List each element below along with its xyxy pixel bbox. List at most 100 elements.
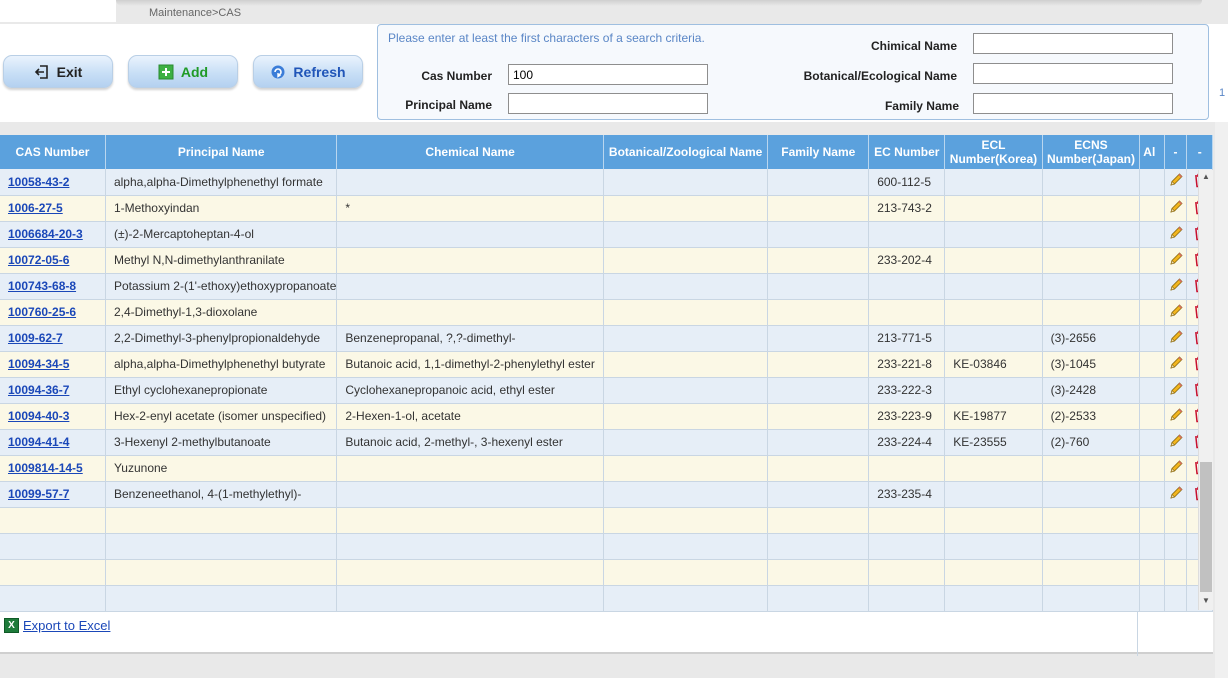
pencil-icon[interactable] [1168,433,1184,449]
ecns-number-cell [1042,455,1141,482]
edit-cell [1164,455,1188,482]
cas-number-link[interactable]: 10094-34-5 [8,357,69,371]
pencil-icon[interactable] [1168,303,1184,319]
principal-name-label: Principal Name [405,98,492,112]
breadcrumb: Maintenance>CAS [149,7,242,19]
scroll-down-icon[interactable]: ▼ [1202,596,1210,605]
col-delete-header[interactable]: - [1186,135,1213,169]
cas-number-cell: 1006-27-5 [0,195,106,222]
empty-cell [1139,559,1165,586]
cas-number-link[interactable]: 10094-41-4 [8,435,69,449]
pencil-icon[interactable] [1168,407,1184,423]
empty-row [0,559,1213,586]
principal-name-input[interactable] [508,93,708,114]
family-name-cell [767,195,870,222]
cas-number-cell: 1006684-20-3 [0,221,106,248]
family-name-input[interactable] [973,93,1173,114]
top-logo-area [0,0,116,22]
col-principal-name-header[interactable]: Principal Name [105,135,338,169]
refresh-label: Refresh [293,63,346,80]
ec-number-cell: 233-235-4 [868,481,946,508]
col-cas-number-header[interactable]: CAS Number [0,135,106,169]
cas-number-link[interactable]: 1009814-14-5 [8,461,83,475]
al-cell [1139,325,1165,352]
chemical-name-cell [336,221,604,248]
scroll-up-icon[interactable]: ▲ [1202,172,1210,181]
refresh-icon [271,65,285,78]
empty-cell [944,559,1043,586]
family-name-cell [767,169,870,196]
cas-number-link[interactable]: 10094-36-7 [8,383,69,397]
pencil-icon[interactable] [1168,172,1184,188]
scroll-thumb[interactable] [1200,462,1212,592]
export-excel[interactable]: X Export to Excel [4,618,110,633]
empty-cell [868,507,946,534]
cas-number-link[interactable]: 100760-25-6 [8,305,76,319]
col-botanical-name-header[interactable]: Botanical/Zoological Name [603,135,769,169]
cas-number-input[interactable] [508,64,708,85]
botanical-name-input[interactable] [973,63,1173,84]
edit-cell [1164,351,1188,378]
chemical-name-input[interactable] [973,33,1173,54]
col-ecl-number-header[interactable]: ECL Number(Korea) [944,135,1043,169]
ecl-number-cell: KE-23555 [944,429,1043,456]
cas-number-link[interactable]: 1009-62-7 [8,331,63,345]
cas-number-link[interactable]: 10058-43-2 [8,175,69,189]
ecl-number-cell [944,169,1043,196]
col-ecns-number-header[interactable]: ECNS Number(Japan) [1042,135,1141,169]
col-al-header[interactable]: Al [1139,135,1165,169]
pencil-icon[interactable] [1168,251,1184,267]
botanical-name-cell [603,169,769,196]
add-button[interactable]: Add [128,55,238,88]
ec-number-cell: 213-743-2 [868,195,946,222]
cas-number-link[interactable]: 10072-05-6 [8,253,69,267]
cas-number-link[interactable]: 10094-40-3 [8,409,69,423]
pencil-icon[interactable] [1168,225,1184,241]
family-name-cell [767,299,870,326]
page-scrollbar[interactable] [1215,122,1228,678]
cas-number-link[interactable]: 1006-27-5 [8,201,63,215]
col-ec-number-header[interactable]: EC Number [868,135,946,169]
al-cell [1139,377,1165,404]
empty-cell [0,559,106,586]
ec-number-cell: 213-771-5 [868,325,946,352]
refresh-button[interactable]: Refresh [253,55,363,88]
pencil-icon[interactable] [1168,485,1184,501]
ecl-number-cell [944,299,1043,326]
principal-name-cell: 2,2-Dimethyl-3-phenylpropionaldehyde [105,325,338,352]
empty-cell [1164,559,1188,586]
col-edit-header[interactable]: - [1164,135,1188,169]
empty-cell [1042,585,1141,612]
table-row: 10094-34-5 alpha,alpha-Dimethylphenethyl … [0,351,1213,378]
ecns-number-cell [1042,195,1141,222]
cas-number-link[interactable]: 100743-68-8 [8,279,76,293]
principal-name-cell: Methyl N,N-dimethylanthranilate [105,247,338,274]
cas-number-link[interactable]: 10099-57-7 [8,487,69,501]
pencil-icon[interactable] [1168,199,1184,215]
search-hint: Please enter at least the first characte… [388,31,705,45]
col-family-name-header[interactable]: Family Name [767,135,870,169]
pencil-icon[interactable] [1168,355,1184,371]
chemical-name-cell [336,455,604,482]
empty-cell [1139,585,1165,612]
col-chemical-name-header[interactable]: Chemical Name [336,135,604,169]
export-excel-link[interactable]: Export to Excel [23,618,110,633]
pencil-icon[interactable] [1168,459,1184,475]
table-row: 10058-43-2 alpha,alpha-Dimethylphenethyl … [0,169,1213,196]
pencil-icon[interactable] [1168,381,1184,397]
chemical-name-cell: * [336,195,604,222]
pencil-icon[interactable] [1168,329,1184,345]
family-name-cell [767,325,870,352]
empty-cell [0,507,106,534]
empty-cell [105,585,338,612]
pencil-icon[interactable] [1168,277,1184,293]
al-cell [1139,195,1165,222]
ecns-number-cell [1042,169,1141,196]
principal-name-cell: alpha,alpha-Dimethylphenethyl formate [105,169,338,196]
grid-scrollbar[interactable]: ▲ ▼ [1198,170,1213,610]
ecl-number-cell [944,273,1043,300]
cas-number-link[interactable]: 1006684-20-3 [8,227,83,241]
ecl-number-cell: KE-03846 [944,351,1043,378]
chemical-name-cell [336,273,604,300]
exit-button[interactable]: Exit [3,55,113,88]
